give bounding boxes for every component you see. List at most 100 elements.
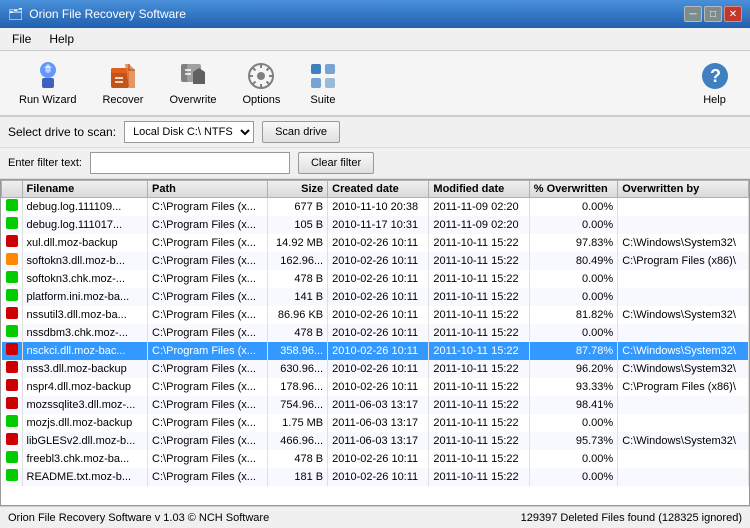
col-path[interactable]: Path	[148, 181, 268, 198]
path-cell: C:\Program Files (x...	[148, 270, 268, 288]
status-dot-cell	[2, 270, 23, 288]
filename-cell: mozjs.dll.moz-backup	[22, 414, 148, 432]
col-modified[interactable]: Modified date	[429, 181, 529, 198]
overwritten-by-cell: C:\Windows\System32\	[618, 306, 749, 324]
size-cell: 105 B	[268, 216, 328, 234]
modified-cell: 2011-10-11 15:22	[429, 378, 529, 396]
status-left: Orion File Recovery Software v 1.03 © NC…	[8, 512, 269, 524]
table-row[interactable]: mozssqlite3.dll.moz-... C:\Program Files…	[2, 396, 749, 414]
table-row[interactable]: debug.log.111109... C:\Program Files (x.…	[2, 198, 749, 216]
status-dot	[6, 325, 18, 337]
suite-button[interactable]: Suite	[295, 55, 350, 111]
filter-input[interactable]	[90, 152, 290, 174]
status-dot-cell	[2, 414, 23, 432]
clear-filter-button[interactable]: Clear filter	[298, 152, 374, 174]
path-cell: C:\Program Files (x...	[148, 360, 268, 378]
status-dot	[6, 199, 18, 211]
table-row[interactable]: libGLESv2.dll.moz-b... C:\Program Files …	[2, 432, 749, 450]
table-row[interactable]: freebl3.chk.moz-ba... C:\Program Files (…	[2, 450, 749, 468]
table-row[interactable]: platform.ini.moz-ba... C:\Program Files …	[2, 288, 749, 306]
created-cell: 2010-02-26 10:11	[328, 306, 429, 324]
table-row[interactable]: nss3.dll.moz-backup C:\Program Files (x.…	[2, 360, 749, 378]
drive-select[interactable]: Local Disk C:\ NTFS	[124, 121, 254, 143]
status-dot-cell	[2, 360, 23, 378]
table-row[interactable]: README.txt.moz-b... C:\Program Files (x.…	[2, 468, 749, 486]
run-wizard-label: Run Wizard	[19, 94, 76, 106]
overwrite-button[interactable]: Overwrite	[158, 55, 227, 111]
path-cell: C:\Program Files (x...	[148, 306, 268, 324]
created-cell: 2010-02-26 10:11	[328, 450, 429, 468]
status-dot	[6, 343, 18, 355]
table-row[interactable]: debug.log.111017... C:\Program Files (x.…	[2, 216, 749, 234]
path-cell: C:\Program Files (x...	[148, 396, 268, 414]
help-button[interactable]: ? Help	[687, 55, 742, 111]
col-size[interactable]: Size	[268, 181, 328, 198]
path-cell: C:\Program Files (x...	[148, 468, 268, 486]
close-button[interactable]: ✕	[724, 6, 742, 22]
col-overwritten-by[interactable]: Overwritten by	[618, 181, 749, 198]
col-filename[interactable]: Filename	[22, 181, 148, 198]
pct-cell: 80.49%	[529, 252, 617, 270]
size-cell: 478 B	[268, 450, 328, 468]
recover-label: Recover	[102, 94, 143, 106]
path-cell: C:\Program Files (x...	[148, 252, 268, 270]
menu-help[interactable]: Help	[41, 30, 82, 48]
select-drive-label: Select drive to scan:	[8, 125, 116, 139]
pct-cell: 0.00%	[529, 216, 617, 234]
overwritten-by-cell: C:\Program Files (x86)\	[618, 378, 749, 396]
overwritten-by-cell	[618, 414, 749, 432]
created-cell: 2011-06-03 13:17	[328, 414, 429, 432]
status-dot-cell	[2, 306, 23, 324]
table-row[interactable]: xul.dll.moz-backup C:\Program Files (x..…	[2, 234, 749, 252]
filter-label: Enter filter text:	[8, 157, 82, 169]
size-cell: 1.75 MB	[268, 414, 328, 432]
overwritten-by-cell: C:\Windows\System32\	[618, 360, 749, 378]
pct-cell: 81.82%	[529, 306, 617, 324]
status-dot-cell	[2, 396, 23, 414]
created-cell: 2010-02-26 10:11	[328, 252, 429, 270]
menu-file[interactable]: File	[4, 30, 39, 48]
svg-text:?: ?	[710, 66, 721, 86]
pct-cell: 0.00%	[529, 270, 617, 288]
recover-icon	[107, 60, 139, 92]
status-dot-cell	[2, 342, 23, 360]
table-row[interactable]: nssdbm3.chk.moz-... C:\Program Files (x.…	[2, 324, 749, 342]
run-wizard-button[interactable]: Run Wizard	[8, 55, 87, 111]
pct-cell: 0.00%	[529, 288, 617, 306]
col-status[interactable]	[2, 181, 23, 198]
overwritten-by-cell	[618, 216, 749, 234]
created-cell: 2010-02-26 10:11	[328, 342, 429, 360]
table-row[interactable]: mozjs.dll.moz-backup C:\Program Files (x…	[2, 414, 749, 432]
minimize-button[interactable]: ─	[684, 6, 702, 22]
table-header-row: Filename Path Size Created date Modified…	[2, 181, 749, 198]
status-dot-cell	[2, 324, 23, 342]
options-button[interactable]: Options	[232, 55, 292, 111]
overwritten-by-cell: C:\Windows\System32\	[618, 342, 749, 360]
modified-cell: 2011-10-11 15:22	[429, 450, 529, 468]
maximize-button[interactable]: □	[704, 6, 722, 22]
files-table-container[interactable]: Filename Path Size Created date Modified…	[0, 179, 750, 506]
title-bar-left: 🗂 Orion File Recovery Software	[8, 7, 186, 21]
path-cell: C:\Program Files (x...	[148, 198, 268, 216]
path-cell: C:\Program Files (x...	[148, 450, 268, 468]
status-dot	[6, 415, 18, 427]
size-cell: 466.96...	[268, 432, 328, 450]
status-dot-cell	[2, 468, 23, 486]
pct-cell: 0.00%	[529, 414, 617, 432]
table-row[interactable]: softokn3.dll.moz-b... C:\Program Files (…	[2, 252, 749, 270]
created-cell: 2010-02-26 10:11	[328, 324, 429, 342]
pct-cell: 87.78%	[529, 342, 617, 360]
col-created[interactable]: Created date	[328, 181, 429, 198]
path-cell: C:\Program Files (x...	[148, 234, 268, 252]
overwritten-by-cell: C:\Program Files (x86)\	[618, 252, 749, 270]
col-pct[interactable]: % Overwritten	[529, 181, 617, 198]
table-row[interactable]: nsckci.dll.moz-bac... C:\Program Files (…	[2, 342, 749, 360]
scan-drive-button[interactable]: Scan drive	[262, 121, 340, 143]
status-right: 129397 Deleted Files found (128325 ignor…	[521, 512, 742, 524]
table-row[interactable]: softokn3.chk.moz-... C:\Program Files (x…	[2, 270, 749, 288]
status-dot	[6, 253, 18, 265]
table-row[interactable]: nssutil3.dll.moz-ba... C:\Program Files …	[2, 306, 749, 324]
size-cell: 677 B	[268, 198, 328, 216]
recover-button[interactable]: Recover	[91, 55, 154, 111]
table-row[interactable]: nspr4.dll.moz-backup C:\Program Files (x…	[2, 378, 749, 396]
